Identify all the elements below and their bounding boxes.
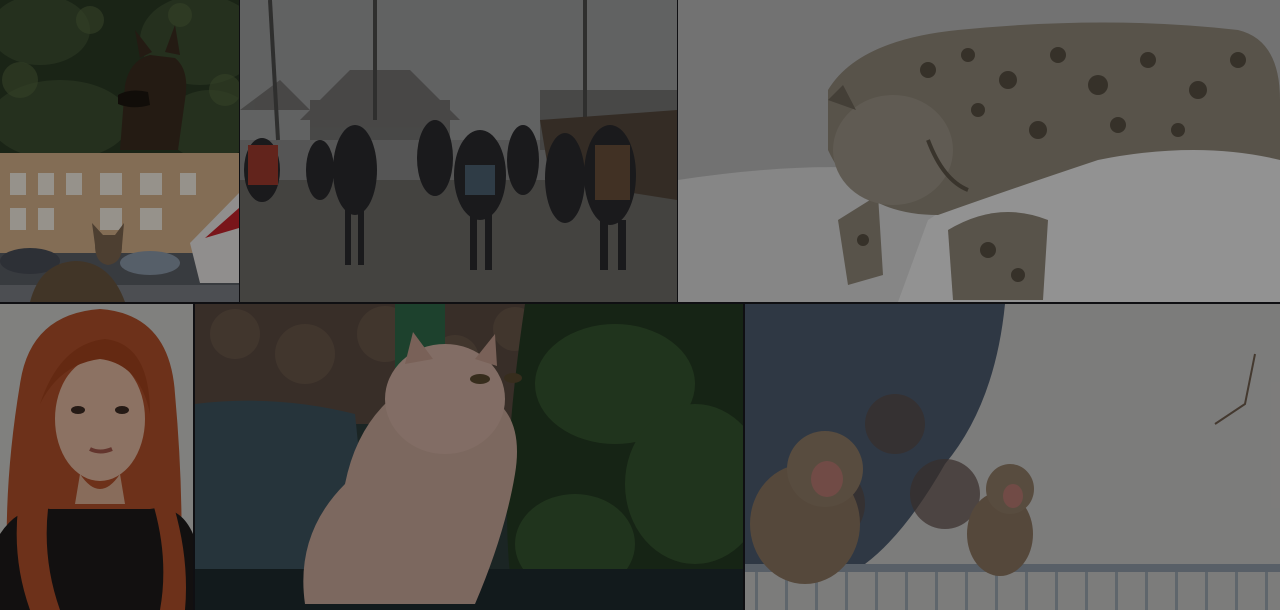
gallery-tile-monkeys[interactable] xyxy=(745,304,1280,610)
photo-snow-leopard xyxy=(678,0,1280,302)
photo-cat-on-street xyxy=(0,153,239,302)
photo-dog-in-bushes xyxy=(0,0,239,153)
gallery-tile-woman[interactable] xyxy=(0,304,193,610)
photo-people-walking-in-rain xyxy=(240,0,677,302)
photo-persian-cat xyxy=(195,304,743,610)
photo-red-haired-woman xyxy=(0,304,193,610)
gallery-tile-persian-cat[interactable] xyxy=(195,304,743,610)
image-gallery xyxy=(0,0,1280,610)
gallery-tile-street-cat[interactable] xyxy=(0,153,239,302)
photo-snow-monkeys-on-rail xyxy=(745,304,1280,610)
gallery-tile-snow-leopard[interactable] xyxy=(678,0,1280,302)
gallery-tile-dog[interactable] xyxy=(0,0,239,153)
gallery-tile-crowd[interactable] xyxy=(240,0,677,302)
